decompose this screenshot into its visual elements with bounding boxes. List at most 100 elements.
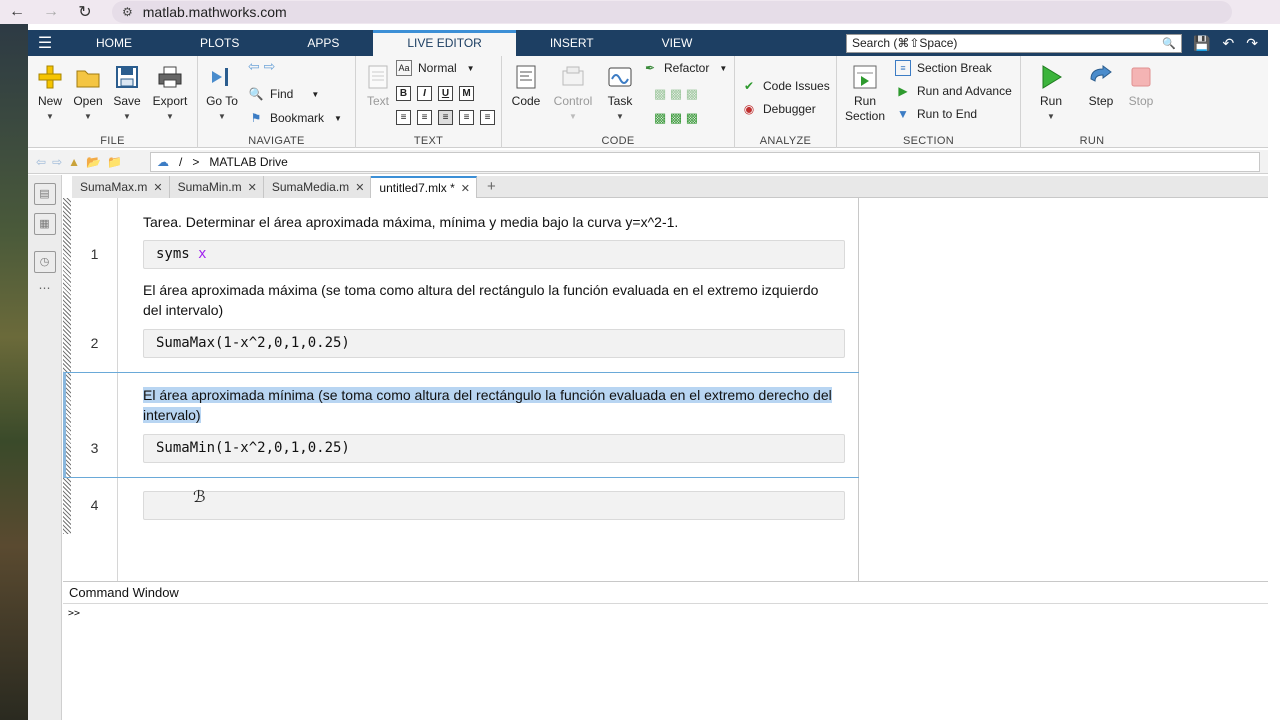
text-button[interactable]: Text	[356, 60, 400, 108]
tab-insert[interactable]: INSERT	[516, 30, 628, 56]
close-icon[interactable]: ✕	[153, 181, 162, 194]
files-panel-icon[interactable]: ▤	[33, 183, 56, 205]
reload-icon[interactable]: ↻	[68, 2, 102, 22]
bold-icon[interactable]: B	[396, 86, 411, 101]
back-icon[interactable]: ←	[0, 3, 34, 21]
folder-path[interactable]: ☁ / > MATLAB Drive	[150, 151, 1260, 172]
site-settings-icon[interactable]: ⚙	[122, 5, 133, 19]
path-root[interactable]: /	[179, 155, 182, 169]
numbered-list-icon[interactable]: ≡	[417, 110, 432, 125]
command-window[interactable]: Command Window >>	[63, 581, 1268, 720]
address-bar[interactable]: ⚙ matlab.mathworks.com	[112, 1, 1232, 23]
chevron-down-icon[interactable]: ▼	[550, 112, 596, 121]
close-icon[interactable]: ✕	[461, 182, 470, 195]
align-left-icon[interactable]: ≡	[438, 110, 453, 125]
chevron-down-icon[interactable]: ▼	[719, 64, 727, 73]
doc-tab-sumamedia[interactable]: SumaMedia.m ✕	[263, 176, 372, 198]
save-button[interactable]: Save ▼	[105, 60, 149, 121]
run-advance-button[interactable]: ▶ Run and Advance	[895, 83, 1011, 99]
browse-folder-icon[interactable]: 📂	[86, 155, 101, 169]
find-button[interactable]: 🔍 Find ▼	[248, 86, 320, 102]
search-placeholder: Search (⌘⇧Space)	[852, 36, 958, 50]
search-icon[interactable]: 🔍	[1162, 36, 1176, 53]
comment-buttons[interactable]: ▩ ▩ ▩	[654, 86, 698, 102]
chevron-down-icon[interactable]: ▼	[200, 112, 244, 121]
code-line-3[interactable]: SumaMin(1-x^2,0,1,0.25)	[143, 434, 845, 463]
format-buttons: B I U M	[396, 86, 480, 101]
save-all-icon[interactable]: 💾	[1193, 35, 1210, 52]
menu-icon[interactable]: ☰	[28, 33, 62, 53]
chevron-down-icon[interactable]: ▼	[334, 114, 342, 123]
chevron-down-icon[interactable]: ▼	[1029, 112, 1073, 121]
tab-plots[interactable]: PLOTS	[166, 30, 273, 56]
tab-view[interactable]: VIEW	[628, 30, 727, 56]
code-button[interactable]: Code	[504, 60, 548, 108]
close-icon[interactable]: ✕	[248, 181, 257, 194]
play-icon	[1042, 65, 1062, 89]
step-button[interactable]: Step	[1079, 60, 1123, 108]
plus-icon	[38, 65, 62, 89]
code-issues-button[interactable]: ✔ Code Issues	[741, 78, 830, 94]
search-input[interactable]: Search (⌘⇧Space) 🔍	[846, 34, 1182, 53]
chevron-down-icon[interactable]: ▼	[467, 64, 475, 73]
chevron-down-icon[interactable]: ▼	[148, 112, 192, 121]
history-panel-icon[interactable]: ◷	[33, 251, 56, 273]
new-tab-plus-icon[interactable]: +	[477, 176, 506, 197]
bullet-list-icon[interactable]: ≡	[396, 110, 411, 125]
url-text: matlab.mathworks.com	[142, 4, 287, 20]
command-prompt[interactable]: >>	[63, 604, 1268, 623]
text-task[interactable]: Tarea. Determinar el área aproximada máx…	[143, 212, 833, 232]
style-icon: Aa	[396, 60, 412, 76]
chevron-down-icon[interactable]: ▼	[105, 112, 149, 121]
align-center-icon[interactable]: ≡	[459, 110, 474, 125]
open-button[interactable]: Open ▼	[66, 60, 110, 121]
doc-tab-untitled7[interactable]: untitled7.mlx * ✕	[371, 176, 477, 198]
align-right-icon[interactable]: ≡	[480, 110, 495, 125]
tab-apps[interactable]: APPS	[273, 30, 373, 56]
export-button[interactable]: Export ▼	[148, 60, 192, 121]
goto-button[interactable]: Go To ▼	[200, 60, 244, 121]
forward-arrow-icon[interactable]: ⇨	[52, 155, 62, 169]
tab-home[interactable]: HOME	[62, 30, 166, 56]
back-arrow-icon[interactable]: ⇦	[36, 155, 46, 169]
close-icon[interactable]: ✕	[355, 181, 364, 194]
refresh-folder-icon[interactable]: 📁	[107, 155, 122, 169]
text-min[interactable]: El área aproximada mínima (se toma como …	[143, 385, 833, 425]
path-folder[interactable]: MATLAB Drive	[209, 155, 287, 169]
tab-live-editor[interactable]: LIVE EDITOR	[373, 30, 516, 56]
run-to-end-button[interactable]: ▼ Run to End	[895, 106, 977, 122]
chevron-down-icon[interactable]: ▼	[311, 90, 319, 99]
code-line-4[interactable]	[143, 491, 845, 520]
control-button[interactable]: Control ▼	[550, 60, 596, 121]
indent-buttons[interactable]: ▩ ▩ ▩	[654, 110, 698, 126]
style-dropdown[interactable]: Aa Normal ▼	[396, 60, 475, 76]
doc-tab-sumamax[interactable]: SumaMax.m ✕	[72, 176, 170, 198]
workspace-panel-icon[interactable]: ▦	[33, 213, 56, 235]
run-button[interactable]: Run ▼	[1029, 60, 1073, 121]
code-line-1[interactable]: syms x	[143, 240, 845, 269]
underline-icon[interactable]: U	[438, 86, 453, 101]
redo-icon[interactable]: ↷	[1246, 35, 1258, 52]
stop-button[interactable]: Stop	[1119, 60, 1163, 108]
live-editor[interactable]: Tarea. Determinar el área aproximada máx…	[63, 198, 859, 581]
doc-tab-sumamin[interactable]: SumaMin.m ✕	[169, 176, 264, 198]
forward-icon[interactable]: →	[34, 3, 68, 21]
more-icon[interactable]: ⋯	[28, 281, 61, 295]
text-max[interactable]: El área aproximada máxima (se toma como …	[143, 280, 833, 320]
back-forward-arrows[interactable]: ⇦ ⇨	[248, 58, 275, 75]
refactor-button[interactable]: ✒ Refactor ▼	[642, 60, 727, 76]
monospace-icon[interactable]: M	[459, 86, 474, 101]
undo-icon[interactable]: ↶	[1223, 35, 1235, 52]
section-break-button[interactable]: ≡ Section Break	[895, 60, 992, 76]
chevron-down-icon[interactable]: ▼	[598, 112, 642, 121]
chevron-down-icon[interactable]: ▼	[66, 112, 110, 121]
task-button[interactable]: Task ▼	[598, 60, 642, 121]
up-folder-icon[interactable]: ▲	[68, 155, 80, 169]
italic-icon[interactable]: I	[417, 86, 432, 101]
line-number: 1	[90, 246, 99, 262]
debugger-button[interactable]: ◉ Debugger	[741, 101, 816, 117]
group-label-file: FILE	[100, 135, 125, 147]
run-section-button[interactable]: Run Section	[843, 60, 887, 124]
code-line-2[interactable]: SumaMax(1-x^2,0,1,0.25)	[143, 329, 845, 358]
bookmark-button[interactable]: ⚑ Bookmark ▼	[248, 110, 342, 126]
